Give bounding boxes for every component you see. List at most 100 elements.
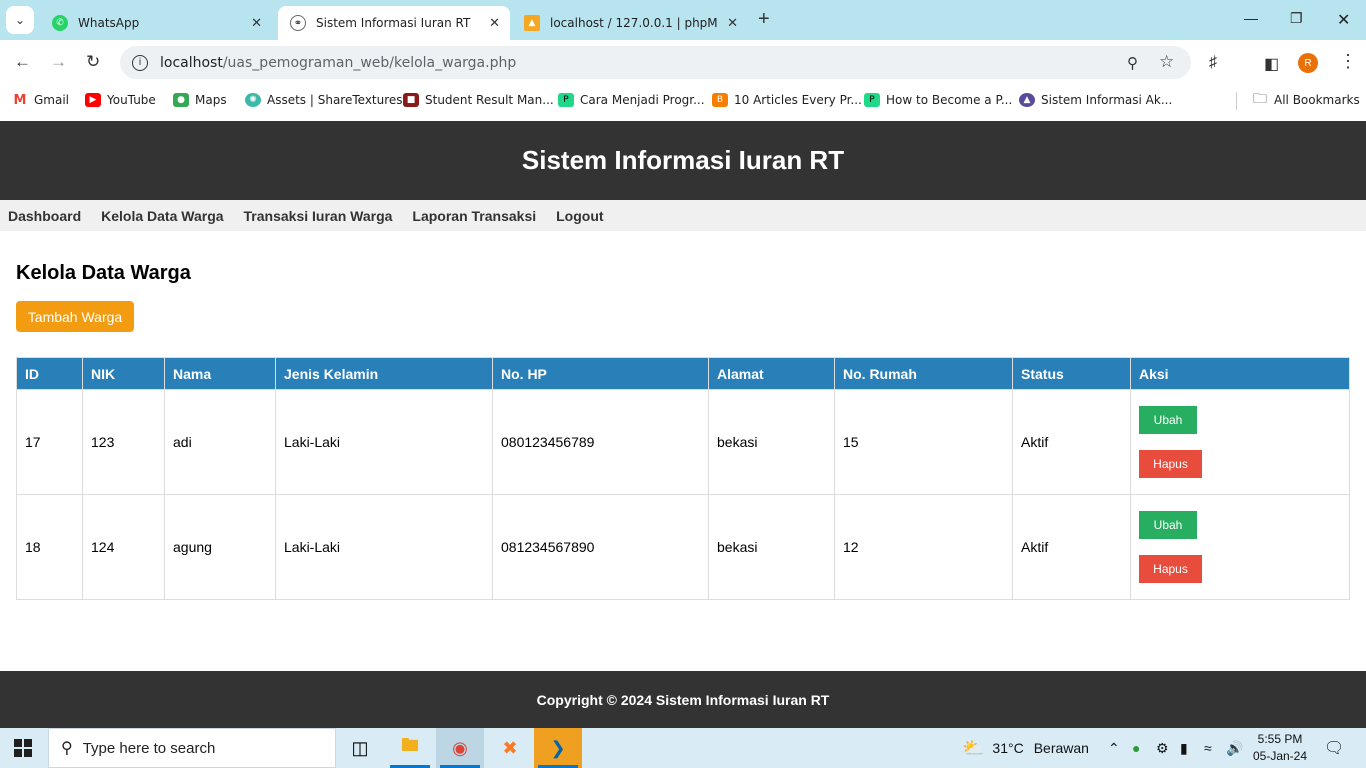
side-panel-icon[interactable]: ◧: [1264, 54, 1279, 74]
zoom-icon[interactable]: ⚲: [1127, 54, 1138, 72]
weather-temp: 31°C: [992, 740, 1024, 756]
wifi-icon[interactable]: ≈: [1204, 728, 1212, 768]
column-header-status: Status: [1012, 357, 1131, 390]
bookmark-cara-menjadi[interactable]: P Cara Menjadi Progr...: [558, 93, 705, 107]
cell-jenis-kelamin: Laki-Laki: [275, 389, 493, 495]
delete-button[interactable]: Hapus: [1139, 450, 1202, 478]
address-bar[interactable]: i localhost/uas_pemograman_web/kelola_wa…: [120, 46, 1191, 79]
bookmark-maps[interactable]: ● Maps: [173, 93, 227, 107]
site-footer: Copyright © 2024 Sistem Informasi Iuran …: [0, 671, 1366, 728]
edit-button[interactable]: Ubah: [1139, 406, 1197, 434]
cell-status: Aktif: [1012, 494, 1131, 600]
add-warga-button[interactable]: Tambah Warga: [16, 301, 134, 332]
copyright-text: Copyright © 2024 Sistem Informasi Iuran …: [536, 691, 830, 708]
browser-tab-bar: ⌄ ✆ WhatsApp ✕ ⚭ Sistem Informasi Iuran …: [0, 0, 1366, 40]
maps-icon: ●: [173, 93, 189, 107]
vscode-icon[interactable]: ❯: [534, 728, 582, 768]
tab-search-chevron-icon[interactable]: ⌄: [6, 6, 34, 34]
clock-time: 5:55 PM: [1257, 732, 1303, 746]
bookmark-label: Maps: [195, 93, 227, 107]
nav-transaksi-iuran[interactable]: Transaksi Iuran Warga: [244, 208, 393, 224]
system-clock[interactable]: 5:55 PM 05-Jan-24: [1250, 731, 1310, 765]
tab-sistem-informasi[interactable]: ⚭ Sistem Informasi Iuran RT ✕: [278, 6, 510, 40]
weather-widget[interactable]: ⛅ 31°C Berawan: [962, 728, 1089, 768]
bookmark-label: Assets | ShareTextures: [267, 93, 403, 107]
bookmark-label: Student Result Man...: [425, 93, 554, 107]
taskbar-search-box[interactable]: ⚲ Type here to search: [48, 728, 336, 768]
url-host: localhost: [160, 54, 223, 71]
bookmark-star-icon[interactable]: ☆: [1159, 52, 1174, 72]
bookmark-student-result[interactable]: ■ Student Result Man...: [403, 93, 554, 107]
volume-icon[interactable]: 🔊: [1226, 728, 1243, 768]
file-explorer-icon[interactable]: 🖿: [386, 728, 434, 768]
column-header-nik: NIK: [82, 357, 165, 390]
bookmark-gmail[interactable]: M Gmail: [12, 93, 70, 108]
url-path: /uas_pemograman_web/kelola_warga.php: [222, 54, 517, 71]
xampp-icon[interactable]: ✖: [486, 728, 534, 768]
cell-no-rumah: 15: [834, 389, 1013, 495]
bookmark-10-articles[interactable]: B 10 Articles Every Pr...: [712, 93, 862, 107]
new-tab-icon[interactable]: +: [758, 8, 770, 31]
blogger-icon: B: [712, 93, 728, 107]
battery-icon[interactable]: ▮: [1180, 728, 1188, 768]
bookmark-how-to-become[interactable]: P How to Become a P...: [864, 93, 1012, 107]
cell-nama: agung: [164, 494, 276, 600]
tab-whatsapp[interactable]: ✆ WhatsApp ✕: [40, 6, 272, 40]
student-result-icon: ■: [403, 93, 419, 107]
close-tab-icon[interactable]: ✕: [251, 16, 262, 31]
column-header-no-rumah: No. Rumah: [834, 357, 1013, 390]
notification-icon[interactable]: 🗨: [1324, 728, 1344, 768]
cell-nik: 123: [82, 389, 165, 495]
forward-arrow-icon[interactable]: →: [50, 52, 67, 72]
tab-phpmyadmin[interactable]: ▲ localhost / 127.0.0.1 | phpMyAd ✕: [512, 6, 748, 40]
edit-button[interactable]: Ubah: [1139, 511, 1197, 539]
bookmarks-divider: [1236, 92, 1237, 110]
reload-icon[interactable]: ↻: [86, 52, 100, 72]
column-header-id: ID: [16, 357, 83, 390]
site-nav: Dashboard Kelola Data Warga Transaksi Iu…: [0, 200, 1366, 231]
back-arrow-icon[interactable]: ←: [14, 52, 31, 72]
weather-text: Berawan: [1033, 740, 1089, 756]
column-header-aksi: Aksi: [1130, 357, 1350, 390]
tab-title: WhatsApp: [78, 16, 140, 30]
bookmarks-bar: M Gmail ▶ YouTube ● Maps ✺ Assets | Shar…: [0, 86, 1366, 116]
profile-avatar[interactable]: R: [1298, 53, 1318, 73]
nav-dashboard[interactable]: Dashboard: [8, 208, 81, 224]
extensions-icon[interactable]: ♯: [1209, 54, 1217, 72]
bookmark-label: All Bookmarks: [1274, 93, 1360, 107]
search-placeholder: Type here to search: [82, 739, 216, 757]
cell-status: Aktif: [1012, 389, 1131, 495]
cell-no-rumah: 12: [834, 494, 1013, 600]
bookmark-label: Gmail: [34, 93, 70, 107]
bookmark-youtube[interactable]: ▶ YouTube: [85, 93, 156, 107]
task-view-icon[interactable]: ◫: [336, 728, 384, 768]
more-menu-icon[interactable]: ⋮: [1339, 51, 1357, 72]
site-info-icon[interactable]: i: [132, 54, 148, 71]
app-tray-icon[interactable]: ●: [1132, 728, 1140, 768]
pycharm-icon: P: [864, 93, 880, 107]
pycharm-icon: P: [558, 93, 574, 107]
bookmark-sistem-informasi-ak[interactable]: ▲ Sistem Informasi Ak...: [1019, 93, 1172, 107]
bookmark-sharetextures[interactable]: ✺ Assets | ShareTextures: [245, 93, 403, 107]
close-tab-icon[interactable]: ✕: [727, 16, 738, 31]
delete-button[interactable]: Hapus: [1139, 555, 1202, 583]
close-window-icon[interactable]: ✕: [1337, 10, 1350, 30]
network-settings-icon[interactable]: ⚙: [1156, 728, 1169, 768]
warga-table: ID NIK Nama Jenis Kelamin No. HP Alamat …: [16, 357, 1350, 600]
windows-start-icon[interactable]: [14, 739, 32, 757]
restore-icon[interactable]: ❐: [1290, 10, 1303, 27]
nav-kelola-data-warga[interactable]: Kelola Data Warga: [101, 208, 223, 224]
windows-taskbar: ⚲ Type here to search ◫ 🖿 ◉ ✖ ❯ ⛅ 31°C B…: [0, 728, 1366, 768]
show-hidden-icons-icon[interactable]: ⌃: [1108, 728, 1120, 768]
minimize-icon[interactable]: —: [1244, 10, 1258, 26]
university-icon: ▲: [1019, 93, 1035, 107]
cell-id: 18: [16, 494, 83, 600]
folder-icon: 🗀: [1253, 91, 1267, 107]
bookmark-all-bookmarks[interactable]: 🗀 All Bookmarks: [1252, 91, 1360, 107]
nav-laporan-transaksi[interactable]: Laporan Transaksi: [412, 208, 536, 224]
web-page: Sistem Informasi Iuran RT Dashboard Kelo…: [0, 121, 1366, 728]
chrome-icon[interactable]: ◉: [436, 728, 484, 768]
nav-logout[interactable]: Logout: [556, 208, 603, 224]
phpmyadmin-icon: ▲: [524, 15, 540, 31]
close-tab-icon[interactable]: ✕: [489, 16, 500, 31]
